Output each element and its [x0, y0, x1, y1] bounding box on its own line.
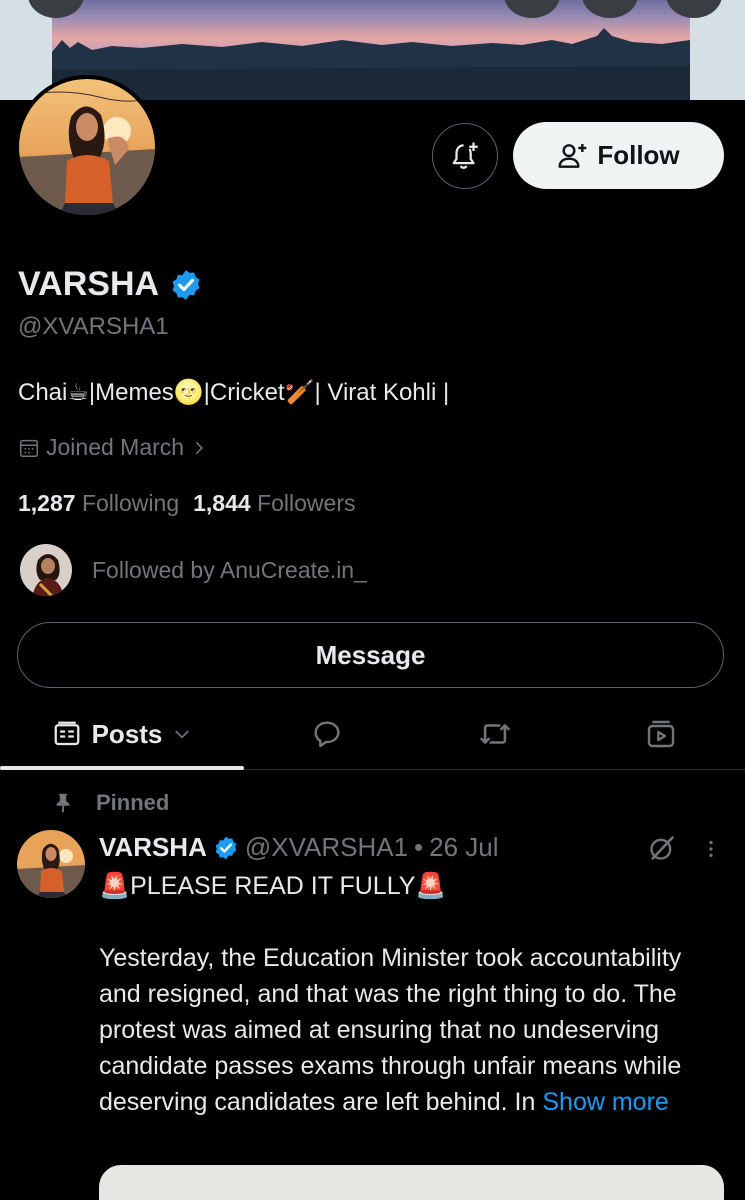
following-stat[interactable]: 1,287 Following — [18, 490, 179, 517]
calendar-icon — [20, 439, 38, 457]
profile-bio: Chai☕|Memes🌝|Cricket🏏| Virat Kohli | — [18, 379, 450, 406]
posts-icon — [54, 721, 79, 746]
banner-landscape — [52, 28, 690, 100]
message-button[interactable]: Message — [17, 622, 724, 688]
reply-icon — [314, 721, 340, 748]
post-author-avatar[interactable] — [17, 830, 85, 898]
follow-button[interactable]: Follow — [513, 122, 724, 189]
post-date[interactable]: 26 Jul — [429, 832, 498, 863]
tab-reposts[interactable] — [458, 700, 532, 768]
profile-handle: @XVARSHA1 — [18, 313, 169, 340]
post-author-name[interactable]: VARSHA — [99, 832, 207, 863]
mutual-follower-avatar — [18, 542, 74, 598]
followed-by-text: Followed by AnuCreate.in_ — [92, 556, 367, 583]
post-text[interactable]: 🚨PLEASE READ IT FULLY🚨 Yesterday, the Ed… — [99, 868, 724, 1120]
profile-tabs: Posts — [0, 700, 745, 770]
banner-image[interactable] — [52, 0, 690, 100]
add-user-icon — [558, 143, 587, 168]
more-vertical-icon — [709, 840, 713, 858]
tab-posts[interactable]: Posts — [0, 700, 244, 770]
post-separator: • — [414, 832, 424, 862]
following-count: 1,287 — [18, 490, 76, 516]
notify-button[interactable] — [432, 123, 498, 189]
verified-badge-icon[interactable] — [169, 268, 203, 302]
message-label: Message — [315, 639, 426, 670]
post-more-button[interactable] — [700, 836, 722, 867]
tab-media[interactable] — [624, 700, 698, 768]
show-more-link[interactable]: Show more — [542, 1088, 668, 1116]
followers-count: 1,844 — [193, 490, 251, 516]
following-label: Following — [81, 490, 180, 516]
profile-display-name: VARSHA — [18, 265, 203, 304]
pinned-label: Pinned — [96, 790, 170, 815]
follow-label: Follow — [597, 140, 680, 170]
active-tab-indicator — [0, 766, 244, 770]
grok-icon — [650, 836, 674, 860]
pinned-indicator: Pinned — [52, 790, 169, 816]
pin-icon — [56, 793, 70, 813]
repost-icon — [480, 724, 510, 744]
followers-label: Followers — [257, 490, 356, 516]
post-body-paragraph: Yesterday, the Education Minister took a… — [99, 940, 724, 1120]
display-name-text: VARSHA — [18, 265, 160, 303]
tab-posts-label: Posts — [91, 718, 163, 749]
verified-badge-icon[interactable] — [213, 835, 239, 861]
follow-stats: 1,287 Following 1,844 Followers — [18, 490, 355, 517]
followed-by-row[interactable]: Followed by AnuCreate.in_ — [18, 542, 367, 598]
chevron-right-icon — [196, 441, 203, 454]
post-author-handle[interactable]: @XVARSHA1 — [245, 832, 408, 863]
media-icon — [647, 720, 675, 748]
joined-text: Joined March — [46, 434, 185, 460]
profile-avatar[interactable] — [15, 75, 159, 219]
post-avatar-photo — [17, 830, 85, 898]
media-text: END — [225, 1189, 358, 1200]
mutual-avatar-photo — [20, 544, 72, 596]
grok-analyze-button[interactable] — [648, 834, 676, 867]
joined-date[interactable]: Joined March — [18, 434, 208, 461]
followers-stat[interactable]: 1,844 Followers — [193, 490, 355, 517]
post-header: VARSHA @XVARSHA1 • 26 Jul — [99, 832, 499, 863]
post-media-image[interactable]: END — [99, 1165, 724, 1200]
avatar-photo — [19, 79, 155, 215]
chevron-down-icon — [175, 730, 190, 739]
post-headline: 🚨PLEASE READ IT FULLY🚨 — [99, 872, 447, 900]
tab-replies[interactable] — [290, 700, 364, 768]
bell-plus-icon — [452, 142, 478, 169]
